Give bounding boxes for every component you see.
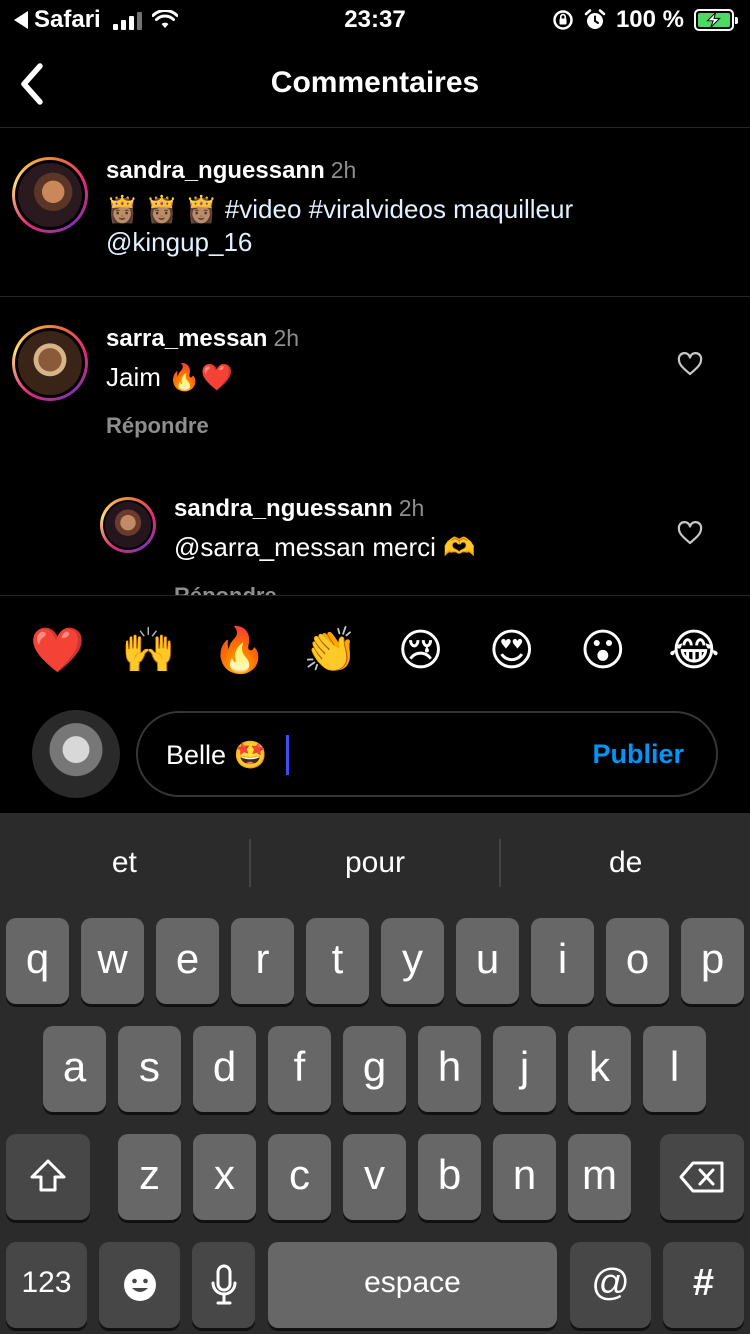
key-s[interactable]: s — [118, 1026, 181, 1112]
emoji-laughing-button[interactable]: 😂 — [668, 625, 720, 677]
key-h[interactable]: h — [418, 1026, 481, 1112]
key-q[interactable]: q — [6, 918, 69, 1004]
key-o[interactable]: o — [606, 918, 669, 1004]
key-v[interactable]: v — [343, 1134, 406, 1220]
avatar[interactable] — [12, 157, 88, 233]
suggestion-item[interactable]: de — [501, 813, 750, 913]
reply-button[interactable]: Répondre — [106, 413, 209, 439]
avatar[interactable] — [12, 325, 88, 401]
orientation-lock-icon — [553, 10, 573, 30]
comment-item: sarra_messan 2h Jaim 🔥❤️ Répondre — [0, 297, 750, 467]
comment-time: 2h — [398, 495, 425, 521]
status-right: 100 % — [552, 6, 738, 34]
key-a[interactable]: a — [43, 1026, 106, 1112]
key-w[interactable]: w — [81, 918, 144, 1004]
emoji-surprised-button[interactable]: 😮 — [577, 625, 629, 677]
emoji-clap-button[interactable]: 👏 — [303, 625, 358, 677]
key-b[interactable]: b — [418, 1134, 481, 1220]
alarm-icon — [584, 9, 606, 29]
key-n[interactable]: n — [493, 1134, 556, 1220]
reply-button[interactable]: Répondre — [174, 583, 277, 595]
caption-header: sandra_nguessann 2h — [106, 157, 356, 185]
text-caret — [286, 735, 289, 775]
key-t[interactable]: t — [306, 918, 369, 1004]
key-p[interactable]: p — [681, 918, 744, 1004]
heart-icon[interactable] — [677, 521, 703, 545]
backspace-key[interactable] — [660, 1134, 744, 1220]
heart-icon[interactable] — [677, 352, 703, 376]
key-y[interactable]: y — [381, 918, 444, 1004]
comment-input[interactable]: Belle 🤩 Publier — [136, 711, 718, 797]
caption-text: 👸🏽 👸🏽 👸🏽 #video #viralvideos maquilleur … — [106, 193, 726, 259]
caption-username[interactable]: sandra_nguessann — [106, 157, 325, 184]
comment-username[interactable]: sarra_messan — [106, 325, 267, 352]
comment-input-value: Belle 🤩 — [166, 740, 268, 770]
comments-list[interactable]: sandra_nguessann 2h 👸🏽 👸🏽 👸🏽 #video #vira… — [0, 129, 750, 595]
avatar — [32, 710, 120, 798]
comment-time: 2h — [273, 325, 300, 351]
key-l[interactable]: l — [643, 1026, 706, 1112]
caption-mention[interactable]: @kingup_16 — [106, 227, 252, 257]
at-key[interactable]: @ — [570, 1242, 651, 1328]
dictation-key[interactable] — [192, 1242, 255, 1328]
backspace-icon — [679, 1161, 724, 1193]
key-r[interactable]: r — [231, 918, 294, 1004]
key-x[interactable]: x — [193, 1134, 256, 1220]
emoji-crying-button[interactable]: 😢 — [395, 625, 447, 677]
emoji-fire-button[interactable]: 🔥 — [212, 625, 267, 677]
key-u[interactable]: u — [456, 918, 519, 1004]
space-key[interactable]: espace — [268, 1242, 557, 1328]
key-f[interactable]: f — [268, 1026, 331, 1112]
suggestion-item[interactable]: et — [0, 813, 249, 913]
comment-reply-item: sandra_nguessann 2h @sarra_messan merci 🫶… — [0, 467, 750, 595]
microphone-icon — [211, 1264, 236, 1305]
key-e[interactable]: e — [156, 918, 219, 1004]
key-c[interactable]: c — [268, 1134, 331, 1220]
emoji-heart-eyes-button[interactable]: 😍 — [486, 625, 538, 677]
key-g[interactable]: g — [343, 1026, 406, 1112]
emoji-heart-button[interactable]: ❤️ — [30, 625, 85, 677]
battery-percent: 100 % — [615, 6, 684, 33]
key-j[interactable]: j — [493, 1026, 556, 1112]
comment-text: @sarra_messan merci 🫶 — [174, 532, 476, 562]
comment-username[interactable]: sandra_nguessann — [174, 495, 393, 522]
status-bar: Safari 23:37 100 % — [0, 0, 750, 40]
battery-charging-icon — [694, 9, 738, 31]
comment-text: Jaim 🔥❤️ — [106, 362, 233, 392]
comment-header: sarra_messan 2h — [106, 325, 299, 353]
suggestion-item[interactable]: pour — [251, 813, 500, 913]
key-d[interactable]: d — [193, 1026, 256, 1112]
publish-button[interactable]: Publier — [592, 739, 684, 770]
caption-emojis: 👸🏽 👸🏽 👸🏽 — [106, 194, 218, 224]
key-z[interactable]: z — [118, 1134, 181, 1220]
quick-emoji-bar: ❤️ 🙌 🔥 👏 😢 😍 😮 😂 — [0, 595, 750, 705]
comment-composer: Belle 🤩 Publier — [0, 705, 750, 813]
numbers-key[interactable]: 123 — [6, 1242, 87, 1328]
shift-key[interactable] — [6, 1134, 90, 1220]
caption-hashtags[interactable]: #video #viralvideos maquilleur — [225, 194, 573, 224]
key-i[interactable]: i — [531, 918, 594, 1004]
shift-icon — [30, 1159, 66, 1192]
post-caption: sandra_nguessann 2h 👸🏽 👸🏽 👸🏽 #video #vira… — [0, 129, 750, 297]
comment-header: sandra_nguessann 2h — [174, 495, 424, 523]
avatar[interactable] — [100, 497, 156, 553]
caption-time: 2h — [330, 157, 357, 183]
emoji-key[interactable] — [99, 1242, 180, 1328]
key-m[interactable]: m — [568, 1134, 631, 1220]
predictive-bar: et pour de — [0, 813, 750, 913]
key-k[interactable]: k — [568, 1026, 631, 1112]
header: Commentaires — [0, 40, 750, 128]
emoji-raised-hands-button[interactable]: 🙌 — [121, 625, 176, 677]
page-title: Commentaires — [270, 66, 480, 99]
keyboard: et pour de q w e r t y u i o p a s d f g… — [0, 813, 750, 1334]
hash-key[interactable]: # — [663, 1242, 744, 1328]
emoji-icon — [123, 1269, 156, 1301]
